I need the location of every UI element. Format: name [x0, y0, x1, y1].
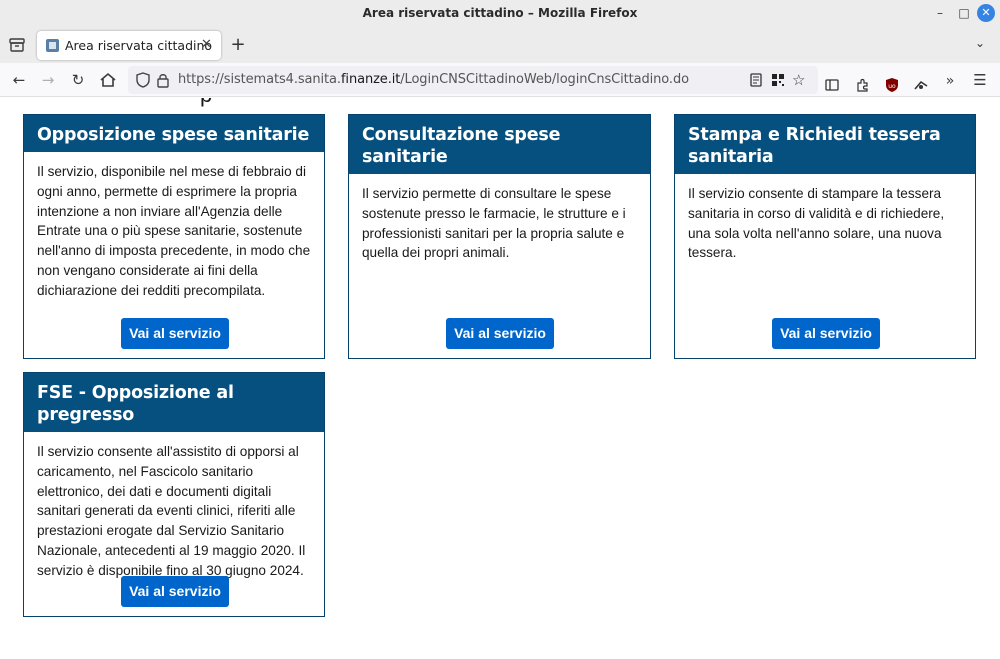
home-icon[interactable]	[98, 70, 118, 90]
card-description: Il servizio consente all'assistito di op…	[37, 444, 306, 578]
vai-al-servizio-button[interactable]: Vai al servizio	[121, 318, 229, 349]
tracking-protection-shield-icon[interactable]	[136, 72, 150, 88]
reload-button[interactable]: ↻	[68, 70, 88, 90]
service-card-opposizione-spese: Opposizione spese sanitarie Il servizio,…	[23, 114, 325, 359]
tab-active[interactable]: Area riservata cittadino ✕	[37, 31, 221, 60]
card-title: Opposizione spese sanitarie	[24, 115, 324, 152]
tab-strip: Area riservata cittadino ✕ + ⌄	[0, 27, 1000, 63]
vai-al-servizio-button[interactable]: Vai al servizio	[121, 576, 229, 607]
lock-icon[interactable]	[156, 72, 170, 88]
ublock-origin-icon[interactable]: uo	[884, 77, 900, 93]
hamburger-menu-icon[interactable]: ☰	[970, 70, 990, 90]
window-titlebar: Area riservata cittadino – Mozilla Firef…	[0, 0, 1000, 27]
maximize-button[interactable]: □	[955, 4, 973, 22]
tab-list-icon[interactable]	[8, 36, 26, 54]
service-card-consultazione-spese: Consultazione spese sanitarie Il servizi…	[348, 114, 651, 359]
forward-button[interactable]: →	[38, 70, 58, 90]
page-heading-fragment: p	[200, 98, 212, 108]
chevron-down-icon[interactable]: ⌄	[975, 36, 985, 50]
svg-text:uo: uo	[888, 83, 896, 90]
page-content: p Opposizione spese sanitarie Il servizi…	[0, 98, 1000, 659]
window-close-button[interactable]: ✕	[977, 4, 995, 22]
bookmark-star-icon[interactable]: ☆	[792, 72, 808, 88]
service-card-stampa-tessera: Stampa e Richiedi tessera sanitaria Il s…	[674, 114, 976, 359]
qr-code-icon[interactable]	[770, 72, 786, 88]
service-card-fse-opposizione: FSE - Opposizione al pregresso Il serviz…	[23, 372, 325, 617]
url-text[interactable]: https://sistemats4.sanita.finanze.it/Log…	[178, 72, 689, 87]
vai-al-servizio-button[interactable]: Vai al servizio	[446, 318, 554, 349]
reader-view-icon[interactable]	[748, 72, 764, 88]
minimize-button[interactable]: –	[931, 4, 949, 22]
back-button[interactable]: ←	[9, 70, 29, 90]
extension-icon[interactable]	[913, 77, 929, 93]
url-bar[interactable]: https://sistemats4.sanita.finanze.it/Log…	[128, 66, 818, 94]
window-title: Area riservata cittadino – Mozilla Firef…	[362, 6, 638, 20]
new-tab-button[interactable]: +	[228, 34, 248, 55]
card-description: Il servizio consente di stampare la tess…	[688, 186, 945, 261]
navigation-toolbar: ← → ↻ https://sistemats4.sanita.finanze.…	[0, 63, 1000, 97]
card-title: Consultazione spese sanitarie	[349, 115, 650, 174]
sidebar-icon[interactable]	[824, 77, 840, 93]
card-title: Stampa e Richiedi tessera sanitaria	[675, 115, 975, 174]
card-description: Il servizio, disponibile nel mese di feb…	[37, 164, 311, 298]
site-favicon-icon	[46, 39, 59, 52]
card-description: Il servizio permette di consultare le sp…	[362, 186, 626, 261]
card-title: FSE - Opposizione al pregresso	[24, 373, 324, 432]
tab-close-icon[interactable]: ✕	[201, 37, 212, 52]
tab-label: Area riservata cittadino	[65, 38, 213, 53]
extensions-puzzle-icon[interactable]	[855, 77, 871, 93]
overflow-menu-chevrons-icon[interactable]: »	[940, 71, 960, 91]
vai-al-servizio-button[interactable]: Vai al servizio	[772, 318, 880, 349]
